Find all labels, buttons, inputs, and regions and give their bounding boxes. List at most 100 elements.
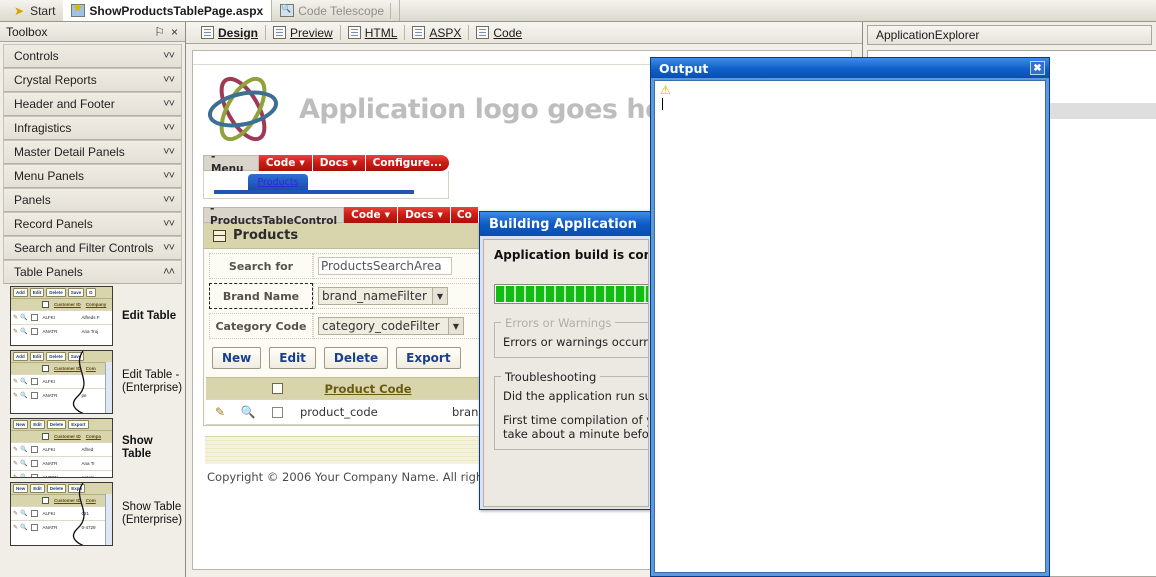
tab-aspx[interactable]: ASPX xyxy=(405,22,468,43)
toolbox-group-crystal-reports[interactable]: Crystal Reports ˅˅ xyxy=(3,68,182,92)
thumbnail-button: New xyxy=(13,484,29,493)
output-window: Output ✖ ⚠ xyxy=(650,57,1050,577)
chevron-down-icon: ˅˅ xyxy=(163,146,175,158)
thumbnail-row: ✎ 🔍 ALFKI Alfreds F xyxy=(11,310,112,324)
toolbox-group-table-panels[interactable]: Table Panels ˄˄ xyxy=(3,260,182,284)
chevron-down-icon: ▼ xyxy=(299,159,305,167)
thumbnail-cell: Antoni xyxy=(81,475,95,478)
output-text-area[interactable]: ⚠ xyxy=(654,80,1046,573)
thumbnail-col2: Com xyxy=(85,366,96,371)
products-panel-title: Products xyxy=(233,228,299,243)
toolbox-group-header-and-footer[interactable]: Header and Footer ˅˅ xyxy=(3,92,182,116)
edit-record-icon: ✎ xyxy=(13,525,19,531)
toolbox-item[interactable]: Add Edit Delete Save D Customer ID Company ✎ 🔍 AL… xyxy=(10,286,185,346)
tab-start[interactable]: ➤ Start xyxy=(0,0,63,21)
thumbnail-button: Edit xyxy=(29,352,45,361)
toolbox-body[interactable]: Controls ˅˅ Crystal Reports ˅˅ Header and Fo… xyxy=(0,42,185,577)
document-icon xyxy=(347,26,361,39)
troubleshooting-group-legend: Troubleshooting xyxy=(501,370,601,384)
brand-name-label[interactable]: Brand Name xyxy=(209,283,313,309)
document-icon xyxy=(476,26,490,39)
menu-bar-label: - Menu xyxy=(203,151,259,175)
toolbox-item[interactable]: New Edit Delete Expo Customer ID Com ✎ 🔍 ALFKI 02… xyxy=(10,482,185,546)
chevron-up-icon: ˄˄ xyxy=(163,266,175,278)
application-logo-icon xyxy=(207,76,279,142)
thumbnail-button: Export xyxy=(68,420,89,429)
thumbnail-cell: Ana Tr xyxy=(81,461,95,466)
build-status-message: Application build is complet xyxy=(494,248,648,262)
row-checkbox[interactable] xyxy=(271,406,283,418)
search-input[interactable]: ProductsSearchArea xyxy=(318,257,452,275)
view-record-icon[interactable]: 🔍 xyxy=(241,405,256,419)
thumbnail-button: Delete xyxy=(46,484,67,493)
building-application-titlebar[interactable]: Building Application xyxy=(480,212,652,236)
tab-preview[interactable]: Preview xyxy=(266,22,340,43)
output-titlebar[interactable]: Output ✖ xyxy=(651,58,1049,78)
toolbox-header: Toolbox ⚐ × xyxy=(0,22,185,42)
toolbox-group-search-and-filter-controls[interactable]: Search and Filter Controls ˅˅ xyxy=(3,236,182,260)
tab-code[interactable]: Code xyxy=(469,22,529,43)
thumbnail-button: D xyxy=(86,288,96,297)
toolbox-item[interactable]: Add Edit Delete Save Customer ID Com ✎ 🔍 ALFKI ✎ 🔍… xyxy=(10,350,185,414)
thumbnail-checkbox xyxy=(30,460,38,467)
view-record-icon: 🔍 xyxy=(20,511,28,517)
close-icon[interactable]: ✖ xyxy=(1030,61,1045,75)
category-code-label[interactable]: Category Code xyxy=(209,313,313,339)
menu-bar-configure-label: Configure... xyxy=(372,157,442,169)
document-icon xyxy=(412,26,426,39)
brand-name-filter-dropdown[interactable]: brand_nameFilter ▼ xyxy=(318,287,448,305)
thumbnail-col2: Company xyxy=(85,302,107,307)
menu-bar-code-button[interactable]: Code ▼ xyxy=(258,155,313,171)
troubleshooting-line-1: Did the application run succ xyxy=(503,389,649,403)
control-bar-code-button[interactable]: Code ▼ xyxy=(344,207,399,223)
chevron-down-icon: ˅˅ xyxy=(163,50,175,62)
errors-group-legend: Errors or Warnings xyxy=(501,316,616,330)
control-bar-docs-button[interactable]: Docs ▼ xyxy=(398,207,451,223)
pin-button[interactable]: ⚐ xyxy=(151,25,168,39)
building-application-dialog: Building Application Application build i… xyxy=(479,211,653,510)
new-button[interactable]: New xyxy=(212,347,262,369)
toolbox-group-record-panels[interactable]: Record Panels ˅˅ xyxy=(3,212,182,236)
select-all-checkbox[interactable] xyxy=(271,383,283,394)
edit-button[interactable]: Edit xyxy=(269,347,316,369)
edit-record-icon[interactable]: ✎ xyxy=(215,405,225,419)
menu-tab-products[interactable]: Products xyxy=(248,174,308,190)
close-icon[interactable]: × xyxy=(168,25,181,39)
tab-html[interactable]: HTML xyxy=(341,22,405,43)
thumbnail-checkbox xyxy=(30,392,38,399)
thumbnail-button: Add xyxy=(13,288,28,297)
chevron-down-icon: ˅˅ xyxy=(163,242,175,254)
toolbox-group-menu-panels[interactable]: Menu Panels ˅˅ xyxy=(3,164,182,188)
edit-record-icon: ✎ xyxy=(13,379,19,385)
menu-bar-configure-button[interactable]: Configure... xyxy=(365,155,449,171)
view-record-icon: 🔍 xyxy=(20,461,28,467)
tab-show-products-table-page[interactable]: ShowProductsTablePage.aspx xyxy=(63,0,273,21)
thumbnail-button: Save xyxy=(67,352,85,361)
category-code-filter-dropdown[interactable]: category_codeFilter ▼ xyxy=(318,317,464,335)
toolbox-group-infragistics[interactable]: Infragistics ˅˅ xyxy=(3,116,182,140)
build-progress-fill xyxy=(496,286,648,302)
toolbox-item-thumbnail: Add Edit Delete Save Customer ID Com ✎ 🔍 ALFKI ✎ 🔍… xyxy=(10,350,113,414)
toolbox-group-master-detail-panels[interactable]: Master Detail Panels ˅˅ xyxy=(3,140,182,164)
thumbnail-button: Edit xyxy=(30,484,45,493)
tab-code-telescope[interactable]: Code Telescope xyxy=(272,0,401,21)
toolbox-group-panels[interactable]: Panels ˅˅ xyxy=(3,188,182,212)
toolbox-group-controls[interactable]: Controls ˅˅ xyxy=(3,44,182,68)
thumbnail-row: ✎ 🔍 ANTON Antoni xyxy=(11,470,112,478)
thumbnail-checkbox xyxy=(42,301,49,308)
view-tab-strip: Design Preview HTML ASPX Code xyxy=(186,22,862,44)
export-button[interactable]: Export xyxy=(396,347,461,369)
toolbox-item[interactable]: New Edit Delete Export Customer ID Compa ✎ 🔍 ALF… xyxy=(10,418,185,478)
toolbox-panel: Toolbox ⚐ × Controls ˅˅ Crystal Reports ˅˅ H… xyxy=(0,22,186,577)
control-bar-configure-button[interactable]: Co xyxy=(450,207,478,223)
thumbnail-header-row: Customer ID Compa xyxy=(11,430,112,442)
thumbnail-checkbox xyxy=(30,314,38,321)
delete-button[interactable]: Delete xyxy=(323,347,389,369)
thumbnail-cell: ANATR xyxy=(42,329,58,334)
toolbox-item-label: Show Table (Enterprise) xyxy=(122,501,183,526)
document-icon xyxy=(273,26,287,39)
menu-bar-docs-button[interactable]: Docs ▼ xyxy=(312,155,366,171)
tab-design[interactable]: Design xyxy=(194,22,265,43)
column-header-product-code[interactable]: Product Code xyxy=(324,382,411,396)
category-code-filter-value: category_codeFilter xyxy=(322,319,440,333)
